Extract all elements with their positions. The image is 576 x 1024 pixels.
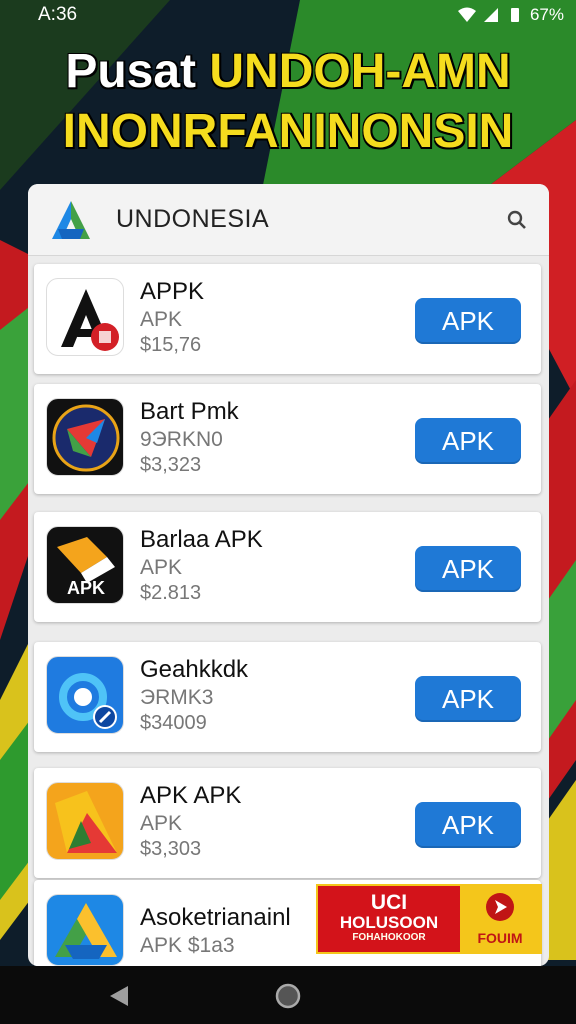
apk-download-button[interactable]: APK	[415, 418, 521, 464]
apk-download-button[interactable]: APK	[415, 802, 521, 848]
app-icon	[46, 398, 124, 476]
app-icon	[46, 278, 124, 356]
app-icon	[46, 656, 124, 734]
app-price: $2.813	[140, 582, 202, 604]
app-price: $3,323	[140, 454, 202, 476]
ad-arrow-icon	[486, 893, 514, 921]
app-name: Bart Pmk	[140, 398, 239, 425]
banner-title-line2: INONRFANINONSIN	[62, 105, 514, 158]
app-name: APPK	[140, 278, 205, 305]
app-icon	[46, 894, 124, 966]
app-list-panel: UNDONESIA APPK APK $15,76 APK Bart Pmk 9…	[28, 184, 549, 966]
app-list-item[interactable]: Geahkkdk ЭRMK3 $34009 APK	[34, 642, 541, 752]
advertisement-banner[interactable]: UCI HOLUSOON FOHAHOKOOR FOUIM	[316, 884, 542, 954]
app-name: Geahkkdk	[140, 656, 249, 683]
apk-download-button[interactable]: APK	[415, 676, 521, 722]
app-logo-compass-icon	[52, 404, 120, 472]
ad-subheadline: HOLUSOON	[339, 913, 439, 932]
app-price: $34009	[140, 712, 207, 734]
system-nav-bar	[0, 966, 576, 1024]
app-logo-a-icon	[61, 289, 119, 351]
app-price: $15,76	[140, 334, 202, 356]
search-input[interactable]: UNDONESIA	[116, 205, 505, 234]
battery-percent: 67%	[529, 5, 564, 24]
back-icon[interactable]	[108, 984, 130, 1008]
ad-text-block: UCI HOLUSOON FOHAHOKOOR	[318, 886, 460, 952]
app-subtitle: ЭRMK3	[140, 686, 214, 709]
app-list-item[interactable]: APK APK APK $3,303 APK	[34, 768, 541, 878]
ad-cta-label: FOUIM	[477, 930, 523, 946]
app-name: Barlaa APK	[140, 526, 263, 553]
header-banner: Pusat UNDOH-AMN INONRFANINONSIN	[0, 42, 576, 162]
ad-cta-block[interactable]: FOUIM	[460, 886, 540, 952]
app-price: $3,303	[140, 838, 202, 860]
status-time: A:36	[38, 4, 78, 25]
wifi-icon	[457, 7, 476, 22]
home-icon[interactable]	[274, 982, 302, 1010]
apk-download-button[interactable]: APK	[415, 298, 521, 344]
app-subtitle: 9ЭRKN0	[140, 428, 223, 451]
ad-headline: UCI	[370, 891, 408, 914]
app-list-item[interactable]: Bart Pmk 9ЭRKN0 $3,323 APK	[34, 384, 541, 494]
search-icon[interactable]	[505, 208, 529, 232]
status-icons: 67%	[457, 5, 564, 25]
app-subtitle: APK	[140, 812, 183, 835]
banner-word-1: Pusat	[65, 45, 197, 98]
status-bar: A:36 67%	[0, 0, 576, 30]
store-logo-icon	[52, 200, 90, 239]
app-subtitle: APK	[140, 556, 183, 579]
app-name: Asoketrianainl	[140, 904, 291, 931]
app-subtitle: APK	[140, 308, 183, 331]
apk-download-button[interactable]: APK	[415, 546, 521, 592]
banner-title-line1: Pusat UNDOH-AMN	[0, 42, 576, 102]
app-list-item[interactable]: APK Barlaa APK APK $2.813 APK	[34, 512, 541, 622]
app-subtitle: APK $1a3	[140, 934, 235, 957]
app-logo-ring-icon	[59, 673, 117, 729]
banner-word-2: UNDOH-AMN	[209, 45, 511, 98]
app-logo-drive-icon	[55, 903, 117, 959]
app-name: APK APK	[140, 782, 242, 809]
ad-tagline: FOHAHOKOOR	[352, 932, 426, 943]
app-list-item[interactable]: Asoketrianainl APK $1a3 UCI HOLUSOON FOH…	[34, 880, 542, 966]
app-icon-label: APK	[66, 578, 105, 598]
search-bar[interactable]: UNDONESIA	[28, 184, 549, 256]
app-logo-triangle-icon	[55, 791, 117, 853]
signal-icon	[483, 8, 498, 22]
app-list-item[interactable]: APPK APK $15,76 APK	[34, 264, 541, 374]
app-icon	[46, 782, 124, 860]
app-icon: APK	[46, 526, 124, 604]
battery-icon	[510, 8, 519, 22]
